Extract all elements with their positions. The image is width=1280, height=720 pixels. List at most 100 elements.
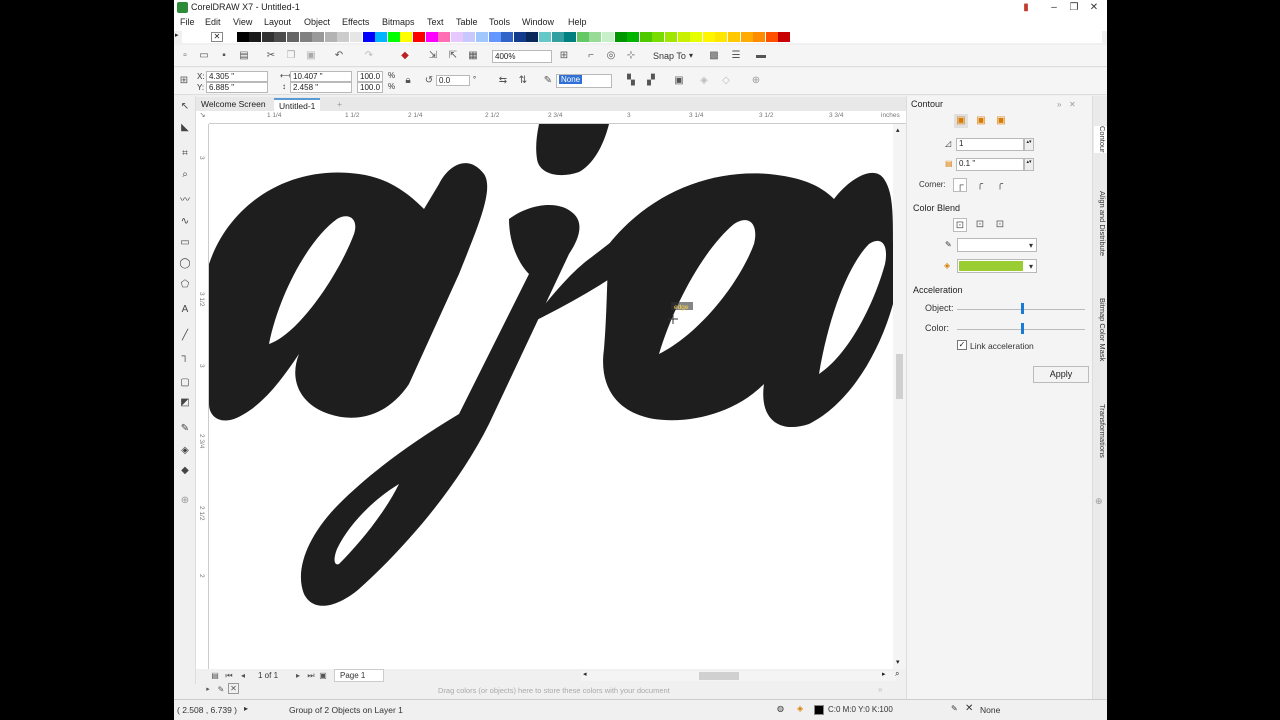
tray-scroll-icon[interactable]: » bbox=[878, 685, 882, 694]
lettering-artwork[interactable]: edge bbox=[209, 124, 893, 669]
palette-swatch[interactable] bbox=[702, 32, 715, 42]
corner-miter-icon[interactable]: ┌ bbox=[953, 178, 967, 192]
combine-icon[interactable]: ◈ bbox=[697, 74, 711, 88]
menu-file[interactable]: File bbox=[180, 17, 195, 27]
break-apart-icon[interactable]: ◇ bbox=[719, 74, 733, 88]
palette-swatch[interactable] bbox=[476, 32, 488, 42]
zoom-navigator-icon[interactable]: ⌕ bbox=[895, 669, 899, 679]
add-page-icon[interactable]: ▣ bbox=[316, 669, 330, 683]
palette-swatch[interactable] bbox=[576, 32, 589, 42]
new-tab-icon[interactable]: + bbox=[332, 98, 347, 111]
options-icon[interactable]: ▩ bbox=[707, 49, 721, 63]
restore-button[interactable]: ❐ bbox=[1064, 0, 1084, 16]
palette-swatch[interactable] bbox=[753, 32, 766, 42]
docker-tab-transformations[interactable]: Transformations bbox=[1094, 404, 1107, 458]
outline-color-select[interactable] bbox=[957, 238, 1037, 252]
ungroup-all-icon[interactable]: ▣ bbox=[672, 74, 686, 88]
horizontal-ruler[interactable]: 1 1/4 1 1/2 2 1/4 2 1/2 2 3/4 3 3 1/4 3 … bbox=[209, 111, 906, 124]
menu-layout[interactable]: Layout bbox=[264, 17, 291, 27]
scroll-down-icon[interactable]: ▾ bbox=[896, 658, 900, 666]
save-icon[interactable]: ▪ bbox=[217, 49, 231, 63]
object-accel-slider[interactable] bbox=[1021, 303, 1024, 314]
close-button[interactable]: ✕ bbox=[1084, 0, 1104, 16]
account-icon[interactable]: ▮ bbox=[1016, 0, 1036, 16]
scroll-right-icon[interactable]: ▸ bbox=[882, 670, 886, 678]
palette-swatch[interactable] bbox=[324, 32, 337, 42]
palette-swatch[interactable] bbox=[665, 32, 677, 42]
palette-swatch[interactable] bbox=[677, 32, 690, 42]
offset-spinner-icon[interactable]: ▴▾ bbox=[1024, 158, 1034, 171]
vertical-scrollbar[interactable]: ▴ ▾ bbox=[893, 124, 906, 669]
palette-swatch[interactable] bbox=[312, 32, 325, 42]
apply-button[interactable]: Apply bbox=[1033, 366, 1089, 383]
previous-page-icon[interactable]: ◂ bbox=[236, 669, 250, 683]
scroll-left-icon[interactable]: ◂ bbox=[583, 670, 587, 678]
add-tool-icon[interactable]: ⊕ bbox=[178, 494, 192, 508]
docker-tab-align-distribute[interactable]: Align and Distribute bbox=[1094, 191, 1107, 256]
outline-color-chevron-icon[interactable]: ▾ bbox=[1029, 241, 1033, 250]
menu-effects[interactable]: Effects bbox=[342, 17, 369, 27]
show-guidelines-icon[interactable]: ⊹ bbox=[624, 49, 638, 63]
contour-to-center-icon[interactable]: ▣ bbox=[954, 114, 968, 128]
rotation-icon[interactable]: ↺ bbox=[422, 74, 436, 88]
pick-tool-icon[interactable]: ↖ bbox=[178, 100, 192, 114]
zoom-tool-icon[interactable]: ⌕ bbox=[178, 168, 192, 182]
tab-welcome-screen[interactable]: Welcome Screen bbox=[196, 98, 271, 111]
artistic-media-icon[interactable]: ∿ bbox=[178, 215, 192, 229]
palette-swatch[interactable] bbox=[413, 32, 425, 42]
scale-y-field[interactable]: 100.0 bbox=[357, 82, 383, 93]
print-icon[interactable]: ▤ bbox=[237, 49, 251, 63]
outline-width-select[interactable]: None bbox=[556, 74, 612, 88]
interactive-fill-icon[interactable]: ◈ bbox=[178, 444, 192, 458]
palette-swatch[interactable] bbox=[425, 32, 438, 42]
palette-swatch[interactable] bbox=[236, 32, 249, 42]
lock-ratio-icon[interactable]: 🔒︎ bbox=[401, 74, 415, 88]
drawing-canvas[interactable]: edge bbox=[209, 124, 893, 669]
menu-object[interactable]: Object bbox=[304, 17, 330, 27]
show-grid-icon[interactable]: ◎ bbox=[604, 49, 618, 63]
palette-swatch[interactable] bbox=[488, 32, 501, 42]
palette-swatch[interactable] bbox=[438, 32, 451, 42]
page-options-icon[interactable]: ▤ bbox=[208, 669, 222, 683]
freehand-tool-icon[interactable]: 〰 bbox=[178, 194, 192, 208]
tray-eyedropper-icon[interactable]: ✎ bbox=[214, 683, 228, 697]
publish-pdf-icon[interactable]: ▦ bbox=[466, 49, 480, 63]
scale-x-field[interactable]: 100.0 bbox=[357, 71, 383, 82]
rectangle-tool-icon[interactable]: ▭ bbox=[178, 236, 192, 250]
vertical-scroll-thumb[interactable] bbox=[896, 354, 903, 399]
ellipse-tool-icon[interactable]: ◯ bbox=[178, 257, 192, 271]
corner-round-icon[interactable]: ╭ bbox=[973, 178, 987, 192]
palette-swatch[interactable] bbox=[400, 32, 413, 42]
menu-window[interactable]: Window bbox=[522, 17, 554, 27]
menu-bitmaps[interactable]: Bitmaps bbox=[382, 17, 415, 27]
next-page-icon[interactable]: ▸ bbox=[291, 669, 305, 683]
palette-swatch[interactable] bbox=[463, 32, 476, 42]
zoom-level-select[interactable]: 400% bbox=[492, 50, 552, 63]
palette-swatch[interactable] bbox=[287, 32, 299, 42]
docker-add-icon[interactable]: ⊕ bbox=[1095, 496, 1103, 507]
snap-to-dropdown[interactable]: Snap To bbox=[653, 51, 686, 61]
open-icon[interactable]: ▭ bbox=[197, 49, 211, 63]
palette-swatch[interactable] bbox=[299, 32, 312, 42]
palette-swatch[interactable] bbox=[261, 32, 274, 42]
menu-edit[interactable]: Edit bbox=[205, 17, 221, 27]
palette-swatch[interactable] bbox=[501, 32, 514, 42]
document-color-tray[interactable]: ▸ ✎ ✕ Drag colors (or objects) here to s… bbox=[196, 683, 906, 697]
palette-swatch[interactable] bbox=[526, 32, 539, 42]
palette-swatch[interactable] bbox=[249, 32, 262, 42]
welcome-screen-icon[interactable]: ▬ bbox=[754, 49, 768, 63]
tab-untitled-1[interactable]: Untitled-1 bbox=[274, 98, 321, 111]
status-arrow-icon[interactable]: ▸ bbox=[244, 704, 248, 713]
parallel-dimension-icon[interactable]: ╱ bbox=[178, 329, 192, 343]
palette-swatch[interactable] bbox=[778, 32, 791, 42]
clockwise-blend-icon[interactable]: ⊡ bbox=[973, 218, 987, 232]
palette-swatch[interactable] bbox=[350, 32, 362, 42]
offset-field[interactable]: 0.1 " bbox=[956, 158, 1024, 171]
color-proofing-icon[interactable]: ◍ bbox=[777, 704, 784, 713]
palette-swatch[interactable] bbox=[614, 32, 627, 42]
fill-color-select[interactable] bbox=[957, 259, 1037, 273]
fill-color-chevron-icon[interactable]: ▾ bbox=[1029, 262, 1033, 271]
palette-swatch[interactable] bbox=[551, 32, 564, 42]
search-content-icon[interactable]: ◆ bbox=[398, 49, 412, 63]
group-icon[interactable]: ▚ bbox=[624, 74, 638, 88]
